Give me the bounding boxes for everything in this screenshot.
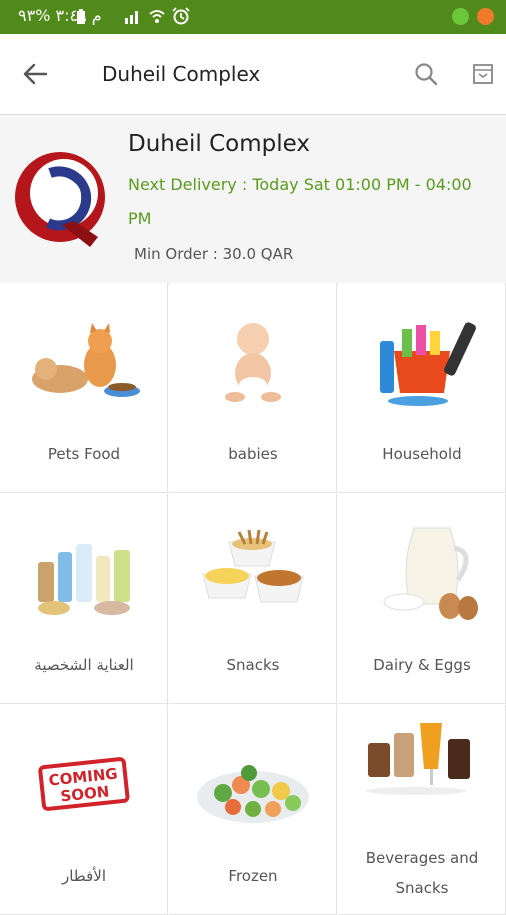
pets-food-image — [32, 323, 140, 397]
category-grid: Pets Food babies Household العناية الشخص… — [0, 283, 506, 915]
category-label: Snacks — [226, 656, 280, 674]
category-label: Dairy & Eggs — [373, 656, 471, 674]
category-label: Household — [382, 445, 462, 463]
category-tile-beverages[interactable]: Beverages and Snacks — [338, 705, 506, 915]
category-label: Frozen — [228, 867, 278, 885]
frozen-vegetables-image — [197, 765, 309, 823]
status-bar: م ٣:٤٩ %٩٣ — [0, 0, 506, 34]
back-arrow-icon[interactable] — [22, 62, 48, 86]
category-tile-personal-care[interactable]: العناية الشخصية — [0, 494, 168, 704]
household-cleaning-image — [380, 322, 476, 406]
page-title: Duheil Complex — [102, 62, 261, 86]
category-label: العناية الشخصية — [34, 656, 134, 674]
coming-soon-stamp: COMING SOON — [38, 757, 130, 811]
alarm-icon — [172, 7, 190, 25]
search-icon[interactable] — [414, 62, 438, 86]
signal-icon — [125, 11, 138, 24]
app-bar: Duheil Complex — [0, 34, 506, 115]
wifi-icon — [149, 10, 165, 23]
cart-box-icon[interactable] — [472, 63, 494, 85]
category-label: الأفطار — [61, 867, 106, 885]
category-tile-household[interactable]: Household — [338, 283, 506, 493]
category-tile-babies[interactable]: babies — [169, 283, 337, 493]
store-name: Duheil Complex — [128, 131, 310, 157]
green-indicator-dot — [452, 8, 469, 25]
category-tile-pets-food[interactable]: Pets Food — [0, 283, 168, 493]
baby-image — [225, 323, 281, 402]
category-tile-frozen[interactable]: Frozen — [169, 705, 337, 915]
personal-care-image — [38, 544, 130, 615]
store-info-header: Duheil Complex Next Delivery : Today Sat… — [0, 115, 506, 284]
category-tile-snacks[interactable]: Snacks — [169, 494, 337, 704]
dairy-eggs-image — [383, 527, 478, 620]
beverages-image — [366, 723, 470, 795]
status-text: م ٣:٤٩ %٩٣ — [18, 6, 102, 25]
category-label: Beverages and Snacks — [365, 849, 479, 897]
next-delivery-text: Next Delivery : Today Sat 01:00 PM - 04:… — [128, 175, 472, 194]
min-order-text: Min Order : 30.0 QAR — [134, 245, 294, 263]
category-label: Pets Food — [47, 445, 121, 463]
category-tile-breakfast[interactable]: COMING SOON الأفطار — [0, 705, 168, 915]
battery-icon — [77, 9, 85, 24]
orange-indicator-dot — [477, 8, 494, 25]
snacks-image — [202, 529, 304, 603]
next-delivery-text-continued: PM — [128, 209, 152, 228]
category-tile-dairy-eggs[interactable]: Dairy & Eggs — [338, 494, 506, 704]
store-logo — [15, 152, 105, 247]
category-label: babies — [228, 445, 278, 463]
